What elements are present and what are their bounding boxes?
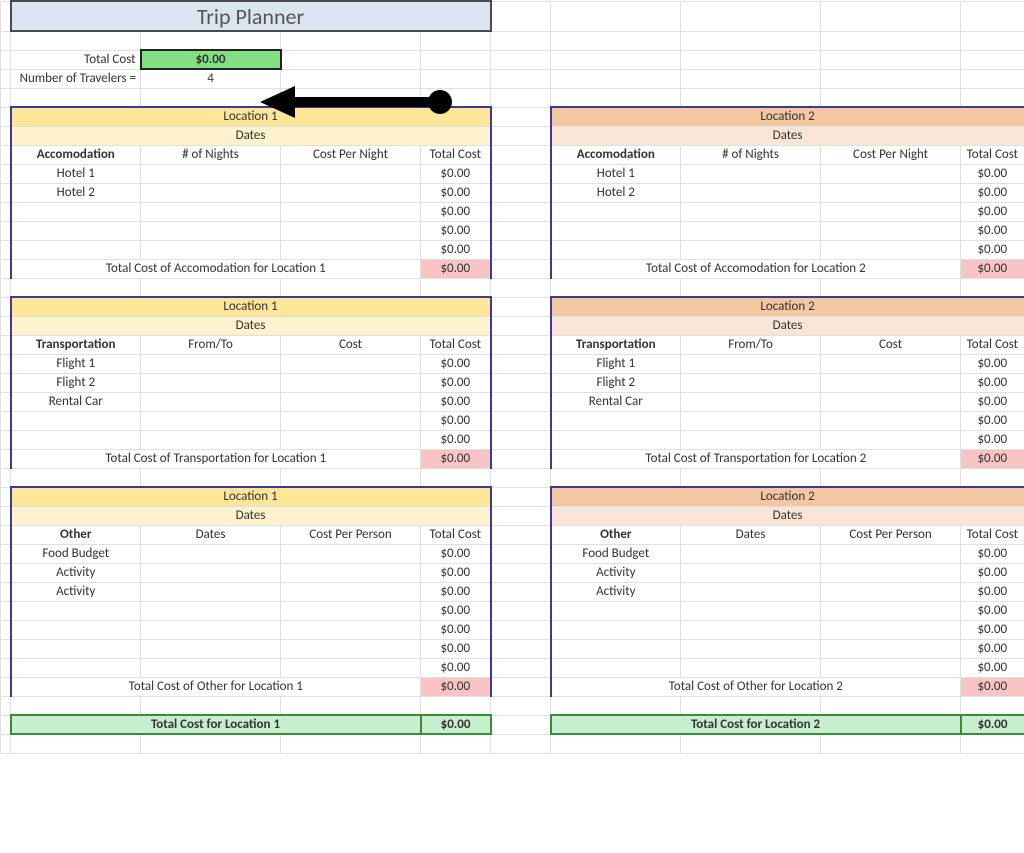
- grand-total-loc1-label: Total Cost for Location 1: [11, 715, 421, 734]
- loc2-accom-header: Location 2: [551, 107, 1024, 126]
- page-title: Trip Planner: [11, 1, 491, 31]
- loc1-accom-dates: Dates: [11, 126, 491, 145]
- spreadsheet-grid[interactable]: Trip Planner Total Cost $0.00 Number of …: [0, 0, 1024, 754]
- loc1-accom-header: Location 1: [11, 107, 491, 126]
- table-row[interactable]: Hotel 1: [11, 164, 141, 183]
- trans-total-loc2-label: Total Cost of Transportation for Locatio…: [551, 449, 961, 468]
- grand-total-loc2-label: Total Cost for Location 2: [551, 715, 961, 734]
- accom-total-loc1-value: $0.00: [421, 259, 491, 278]
- loc1-other-header: Location 1: [11, 487, 491, 506]
- trans-cat-label: Transportation: [11, 335, 141, 354]
- accom-total-loc1-label: Total Cost of Accomodation for Location …: [11, 259, 421, 278]
- travelers-value[interactable]: 4: [141, 69, 281, 88]
- other-total-loc1-label: Total Cost of Other for Location 1: [11, 677, 421, 696]
- table-row[interactable]: Hotel 1: [551, 164, 681, 183]
- loc2-accom-dates: Dates: [551, 126, 1024, 145]
- accom-total-loc2-value: $0.00: [961, 259, 1024, 278]
- grand-total-loc1-value: $0.00: [421, 715, 491, 734]
- other-total-loc2-label: Total Cost of Other for Location 2: [551, 677, 961, 696]
- other-cat-label: Other: [11, 525, 141, 544]
- total-cost-value[interactable]: $0.00: [141, 50, 281, 69]
- loc2-trans-header: Location 2: [551, 297, 1024, 316]
- accom-cat-label: Accomodation: [11, 145, 141, 164]
- accom-total-col: Total Cost: [421, 145, 491, 164]
- accom-total-loc2-label: Total Cost of Accomodation for Location …: [551, 259, 961, 278]
- loc2-other-header: Location 2: [551, 487, 1024, 506]
- grand-total-loc2-value: $0.00: [961, 715, 1024, 734]
- trans-total-loc1-label: Total Cost of Transportation for Locatio…: [11, 449, 421, 468]
- travelers-label: Number of Travelers =: [11, 69, 141, 88]
- accom-col2: Cost Per Night: [281, 145, 421, 164]
- accom-col1: # of Nights: [141, 145, 281, 164]
- loc1-trans-header: Location 1: [11, 297, 491, 316]
- total-cost-label: Total Cost: [11, 50, 141, 69]
